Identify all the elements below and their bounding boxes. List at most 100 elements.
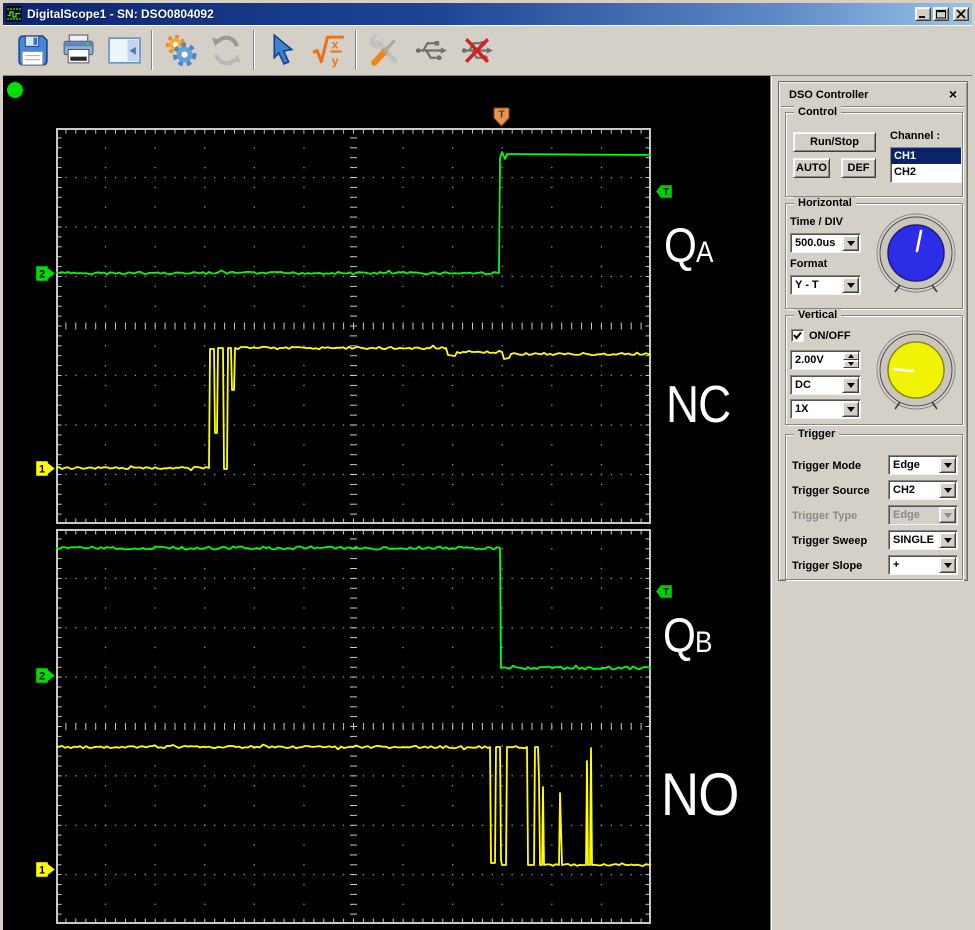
svg-text:1: 1 [39,865,45,877]
trigger-sweep-label: Trigger Sweep [792,535,868,547]
trigger-sweep-select[interactable]: SINGLE [888,530,958,550]
usb-connect-button[interactable] [407,28,453,72]
chevron-down-icon[interactable] [842,377,859,393]
format-select[interactable]: Y - T [790,275,861,295]
control-group: Control Run/Stop Channel : CH1 CH2 AUTO … [785,106,963,197]
channel-marker-1[interactable]: 1 [35,460,57,477]
dso-controller-panel: DSO Controller × Control Run/Stop Channe… [778,81,968,581]
channel-marker-2[interactable]: 2 [35,265,57,282]
chevron-down-icon[interactable] [842,401,859,417]
trigger-group-label: Trigger [794,428,840,440]
channel-option-ch2[interactable]: CH2 [891,164,961,180]
probe-select[interactable]: 1X [790,399,861,419]
panel-close-button[interactable]: × [945,86,961,102]
svg-text:2: 2 [39,671,45,683]
grid-frame [56,529,651,924]
trigger-position-marker[interactable]: T [493,107,510,127]
trigger-level-marker[interactable]: T [655,584,673,599]
trigger-source-select[interactable]: CH2 [888,480,958,500]
svg-text:T: T [663,187,669,198]
chevron-down-icon[interactable] [939,457,956,473]
chevron-down-icon [939,507,956,523]
toolbar-separator [253,30,255,70]
run-stop-button[interactable]: Run/Stop [793,132,876,152]
svg-text:T: T [663,587,669,598]
chevron-down-icon[interactable] [842,277,859,293]
trigger-type-value: Edge [893,509,920,521]
control-group-label: Control [794,106,842,118]
chevron-down-icon[interactable] [939,532,956,548]
waveform-label-no: NO [661,761,739,828]
settings-button[interactable] [157,28,203,72]
app-window: DigitalScope1 - SN: DSO0804092 x y 2 1 T… [0,0,975,930]
save-button[interactable] [9,28,55,72]
trigger-level-marker[interactable]: T [655,184,673,199]
usb-icon [415,40,447,60]
waveform-nc [56,344,651,472]
chevron-down-icon[interactable] [939,557,956,573]
toolbar-separator [355,30,357,70]
trigger-slope-value: + [893,559,900,571]
tools-button[interactable] [361,28,407,72]
svg-text:y: y [331,53,338,67]
trigger-sweep-value: SINGLE [893,534,934,546]
onoff-label: ON/OFF [809,330,851,342]
close-icon [956,9,966,19]
onoff-checkbox[interactable] [791,329,804,342]
spinner-buttons[interactable] [843,352,859,368]
trigger-source-label: Trigger Source [792,485,870,497]
trigger-source-value: CH2 [893,484,916,496]
math-button[interactable]: x y [305,28,351,72]
trigger-slope-label: Trigger Slope [792,560,863,572]
channel-option-ch1[interactable]: CH1 [891,148,961,164]
print-icon [63,34,93,63]
maximize-button[interactable] [933,7,949,21]
tools-icon [369,34,397,66]
auto-button[interactable]: AUTO [793,158,830,178]
channel-marker-1[interactable]: 1 [35,861,57,878]
save-icon [17,34,48,66]
trigger-slope-select[interactable]: + [888,555,958,575]
chevron-down-icon[interactable] [842,235,859,251]
window-title: DigitalScope1 - SN: DSO0804092 [27,7,214,21]
usb-disconnect-button[interactable] [453,28,499,72]
channel-listbox[interactable]: CH1 CH2 [890,147,962,183]
coupling-select[interactable]: DC [790,375,861,395]
format-label: Format [790,258,828,270]
trigger-type-label: Trigger Type [792,510,858,522]
grid-frame [56,128,651,524]
trigger-mode-select[interactable]: Edge [888,455,958,475]
refresh-button[interactable] [203,28,249,72]
maximize-icon [936,10,946,19]
refresh-icon [211,35,241,65]
trigger-type-select: Edge [888,505,958,525]
side-panel: DSO Controller × Control Run/Stop Channe… [770,76,972,930]
titlebar[interactable]: DigitalScope1 - SN: DSO0804092 [3,3,972,25]
minimize-icon [919,16,925,18]
usb-disconnected-icon [461,37,493,63]
waveform-label-qb: QB [663,610,712,663]
horizontal-knob[interactable] [874,211,958,295]
trigger-mode-value: Edge [893,459,920,471]
channel-label: Channel : [890,130,941,142]
panel-layout-icon [107,36,141,64]
volt-spinner[interactable]: 2.00V [790,350,861,370]
time-div-select[interactable]: 500.0us [790,233,861,253]
minimize-button[interactable] [915,7,931,21]
panel-title: DSO Controller [789,89,869,101]
waveform-qa [56,151,651,276]
print-button[interactable] [55,28,101,72]
chevron-down-icon[interactable] [939,482,956,498]
close-button[interactable] [953,7,969,21]
time-div-value: 500.0us [795,237,836,249]
trigger-group: Trigger Trigger Mode Edge Trigger Source… [785,428,963,580]
vertical-knob[interactable] [874,328,958,412]
vertical-group-label: Vertical [794,309,842,321]
format-value: Y - T [795,279,819,291]
panel-layout-button[interactable] [101,28,147,72]
cursor-button[interactable] [259,28,305,72]
def-button[interactable]: DEF [841,158,876,178]
svg-text:T: T [498,110,504,121]
channel-marker-2[interactable]: 2 [35,667,57,684]
scope-display: 2 1 T T 2 1 T QA NC QB NO [3,76,770,930]
